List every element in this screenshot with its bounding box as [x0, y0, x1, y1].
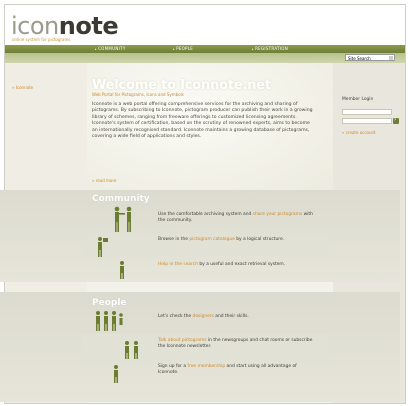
site-search-value: Site Search [348, 56, 371, 61]
intro-text: Iconnote is a web portal offering compre… [92, 102, 313, 140]
community-row-share: Use the comfortable archiving system and… [158, 212, 318, 224]
share-pictograms-link[interactable]: share your pictograms [253, 212, 303, 217]
member-pictogram-icon [114, 365, 118, 383]
chevron-down-icon[interactable] [389, 56, 393, 60]
people-pictogram-icon [114, 206, 132, 232]
community-row-search: Help in the search by a useful and exact… [158, 262, 318, 268]
login-submit-button[interactable] [393, 116, 399, 124]
people-row-designers: Let's check the designers and their skil… [158, 314, 318, 320]
people-row-text: Sign up for a [158, 364, 188, 369]
tagline: online system for pictograms [12, 37, 71, 42]
community-row-text: by a logical structure. [234, 237, 285, 242]
community-title: Community [92, 194, 150, 204]
read-more-link[interactable]: » read more [92, 178, 116, 183]
password-field[interactable] [342, 118, 392, 124]
free-membership-link[interactable]: free membership [187, 364, 225, 369]
site-search-select[interactable]: Site Search [345, 54, 395, 61]
page-subtitle: Web Portal for Pictograms, Icons and Sym… [92, 92, 184, 97]
nav-item-registration[interactable]: REGISTRATION [252, 46, 288, 51]
people-title: People [92, 298, 127, 308]
group-pictogram-icon [96, 311, 123, 331]
talk-pictograms-link[interactable]: Talk about pictograms [158, 338, 207, 343]
people-row-text: and their skills. [213, 314, 249, 319]
help-search-link[interactable]: Help in the search [158, 262, 198, 267]
nav-item-people[interactable]: PEOPLE [173, 46, 193, 51]
search-bar: Site Search [5, 53, 405, 63]
person-sign-pictogram-icon [98, 237, 108, 257]
logo[interactable]: iconnote [11, 12, 119, 40]
logo-light-text: icon [11, 12, 59, 40]
logo-bold-text: note [58, 12, 119, 40]
main-nav: COMMUNITY PEOPLE REGISTRATION [5, 45, 405, 53]
username-field[interactable] [342, 109, 392, 115]
community-row-text: Browse in the [158, 237, 190, 242]
sidebar-link-iconnote[interactable]: » Iconnote [12, 85, 33, 90]
member-login-title: Member Login [342, 97, 374, 102]
pictogram-catalogue-link[interactable]: pictogram catalogue [189, 237, 234, 242]
people-row-signup: Sign up for a free membership and start … [158, 364, 318, 376]
header: iconnote online system for pictograms [5, 5, 405, 45]
people-row-talk: Talk about pictograms in the newsgroups … [158, 338, 318, 350]
pair-pictogram-icon [125, 341, 138, 359]
person-pictogram-icon [120, 261, 124, 279]
community-row-browse: Browse in the pictogram catalogue by a l… [158, 237, 318, 243]
create-account-link[interactable]: » create account [342, 130, 376, 135]
designers-link[interactable]: designers [193, 314, 214, 319]
community-row-text: Use the comfortable archiving system and [158, 212, 253, 217]
community-row-text: by a useful and exact retrieval system. [198, 262, 286, 267]
nav-item-community[interactable]: COMMUNITY [95, 46, 126, 51]
people-row-text: Let's check the [158, 314, 193, 319]
page-title: Welcome to Iconnote.net [92, 78, 271, 93]
